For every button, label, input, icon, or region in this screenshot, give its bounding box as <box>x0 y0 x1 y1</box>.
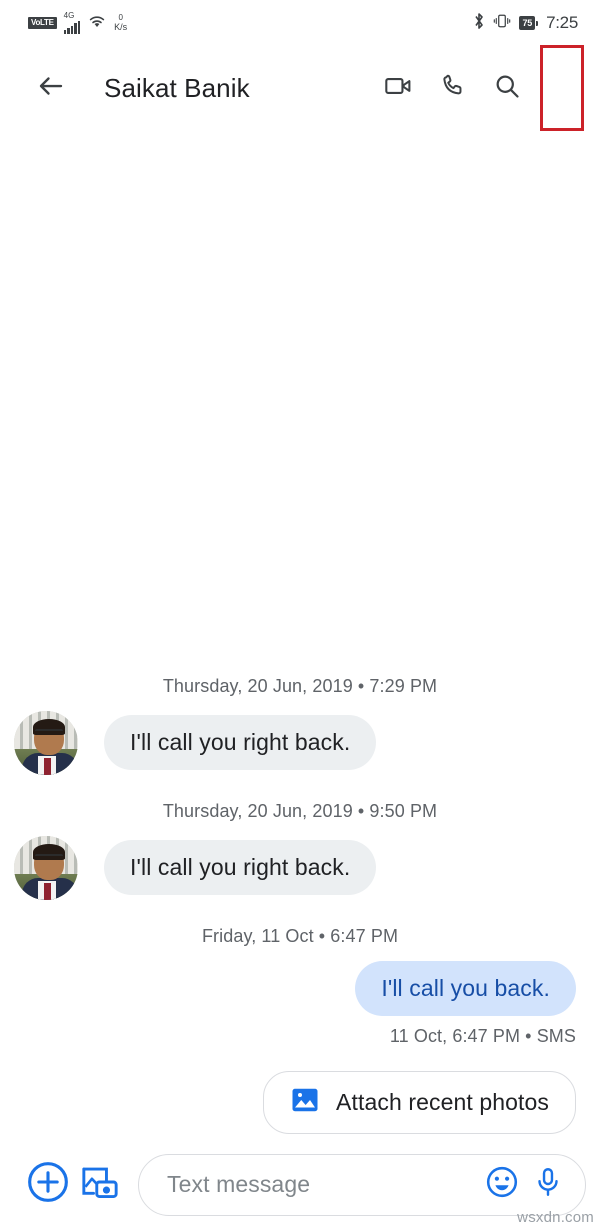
conversation-thread[interactable]: Thursday, 20 Jun, 2019 • 7:29 PM I'll ca… <box>0 130 600 1140</box>
phone-call-icon <box>439 72 467 105</box>
cellular-signal-icon: 4G <box>63 10 81 34</box>
gallery-camera-icon <box>79 1161 121 1208</box>
message-row-outgoing[interactable]: I'll call you back. <box>0 960 600 1016</box>
chip-label: Attach recent photos <box>336 1089 549 1115</box>
page-title: Saikat Banik <box>104 72 250 103</box>
compose-bar: Text message <box>0 1140 600 1229</box>
network-type-label: 4G <box>63 10 75 20</box>
emoji-smiley-icon <box>484 1164 520 1205</box>
message-bubble[interactable]: I'll call you right back. <box>104 715 377 771</box>
back-button[interactable] <box>24 61 78 115</box>
data-speed-indicator: 0 K/s <box>114 14 127 32</box>
message-bubble[interactable]: I'll call you back. <box>355 960 576 1016</box>
photo-image-icon <box>290 1085 320 1120</box>
message-row-incoming[interactable]: I'll call you right back. <box>0 835 600 900</box>
message-row-incoming[interactable]: I'll call you right back. <box>0 710 600 775</box>
wifi-icon <box>87 13 107 34</box>
data-speed-unit: K/s <box>114 22 128 32</box>
watermark: wsxdn.com <box>517 1209 594 1226</box>
vibrate-icon <box>493 12 511 35</box>
status-bar-left: VoLTE 4G 0 K/s <box>28 10 127 34</box>
message-delivery-status: 11 Oct, 6:47 PM • SMS <box>389 1026 576 1046</box>
status-bar-clock: 7:25 <box>546 13 578 32</box>
search-button[interactable] <box>480 61 534 115</box>
plus-circle-icon <box>26 1160 70 1209</box>
message-input-field[interactable]: Text message <box>138 1153 586 1216</box>
message-timestamp-divider: Thursday, 20 Jun, 2019 • 7:29 PM <box>162 675 438 696</box>
video-call-icon <box>384 71 414 106</box>
voice-call-button[interactable] <box>426 61 480 115</box>
message-timestamp-divider: Friday, 11 Oct • 6:47 PM <box>201 925 399 946</box>
status-bar-right: 75 7:25 <box>473 12 578 35</box>
text-message-placeholder[interactable]: Text message <box>167 1171 479 1198</box>
back-arrow-icon <box>36 71 66 106</box>
avatar <box>14 710 78 775</box>
avatar <box>14 835 78 900</box>
app-bar: Saikat Banik <box>0 45 600 131</box>
bluetooth-icon <box>473 12 485 35</box>
microphone-icon <box>531 1165 565 1204</box>
suggestion-chip-row: Attach recent photos <box>0 1047 600 1134</box>
attach-recent-photos-chip[interactable]: Attach recent photos <box>263 1071 576 1134</box>
volte-badge: VoLTE <box>28 17 57 29</box>
message-timestamp-divider: Thursday, 20 Jun, 2019 • 9:50 PM <box>162 800 438 821</box>
battery-indicator: 75 <box>519 16 539 30</box>
emoji-button[interactable] <box>479 1162 525 1208</box>
add-attachment-button[interactable] <box>22 1159 74 1211</box>
gallery-camera-button[interactable] <box>74 1159 126 1211</box>
voice-record-button[interactable] <box>525 1162 571 1208</box>
message-bubble[interactable]: I'll call you right back. <box>104 840 377 896</box>
video-call-button[interactable] <box>372 61 426 115</box>
search-icon <box>493 72 521 105</box>
battery-percent: 75 <box>519 16 536 30</box>
overflow-menu-button[interactable] <box>540 45 584 131</box>
data-speed-value: 0 <box>118 13 123 22</box>
status-bar: VoLTE 4G 0 K/s 75 7:25 <box>0 0 600 46</box>
